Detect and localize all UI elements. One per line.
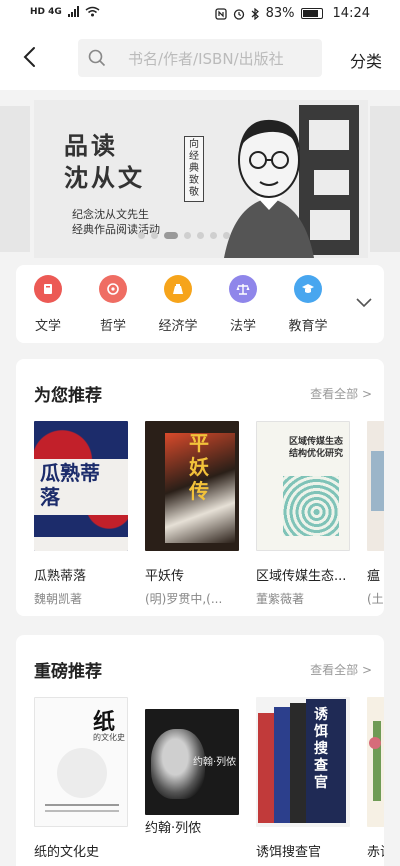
cover-title: 区域传媒生态结构优化研究 (289, 437, 344, 459)
book-cover: 平妖传 (145, 421, 239, 551)
category-label: 法学 (229, 319, 256, 334)
category-literature[interactable]: 文学 (20, 275, 76, 334)
category-label: 哲学 (99, 319, 126, 334)
search-icon (88, 49, 106, 67)
book-item[interactable]: 诱饵搜查官 诱饵搜查官 (256, 697, 350, 860)
carousel-dot (184, 232, 191, 239)
banner-slide[interactable]: 品读 沈从文 向经典致敬 纪念沈从文先生 经典作品阅读活动 (34, 100, 368, 258)
book-title: 瓜熟蒂落 (34, 569, 87, 584)
signal-icon (67, 6, 79, 17)
book-cover: 区域传媒生态结构优化研究 (256, 421, 350, 551)
cover-title: 瓜熟蒂落 (40, 461, 100, 509)
portrait-illustration (224, 105, 359, 258)
book-cover: 瓜熟蒂落 (34, 421, 128, 551)
book-author: 魏朝凯著 (34, 592, 83, 606)
book-title: 赤试 (367, 845, 384, 860)
graduation-cap-icon (294, 275, 322, 303)
banner-title-line2: 沈从文 (64, 163, 145, 192)
section-title: 重磅推荐 (34, 662, 102, 682)
book-title: 纸的文化史 (34, 845, 100, 860)
book-title: 平妖传 (145, 569, 185, 584)
expand-categories-button[interactable] (356, 293, 372, 312)
book-item[interactable]: 瓜熟蒂落 瓜熟蒂落 魏朝凯著 (34, 421, 128, 607)
cover-title: 平妖传 (189, 431, 209, 503)
clock: 14:24 (332, 6, 370, 21)
banner-next-peek (370, 106, 400, 252)
scales-icon (229, 275, 257, 303)
status-left: HD 4G (30, 6, 100, 17)
category-education[interactable]: 教育学 (280, 275, 336, 334)
category-philosophy[interactable]: 哲学 (85, 275, 141, 334)
view-all-link[interactable]: 查看全部 > (310, 385, 372, 402)
book-author: (明)罗贯中,(... (145, 592, 223, 606)
cover-title: 约翰·列侬 (193, 757, 237, 768)
book-item[interactable]: 区域传媒生态结构优化研究 区域传媒生态... 董紫薇著 (256, 421, 350, 607)
book-item[interactable]: 赤试 (367, 697, 384, 860)
category-bar: 文学 哲学 经济学 法学 教育学 (16, 265, 384, 343)
carousel-dot (223, 232, 230, 239)
book-item[interactable]: 瘟 (土 (367, 421, 384, 607)
category-button[interactable]: 分类 (350, 48, 382, 72)
category-economics[interactable]: 经济学 (150, 275, 206, 334)
book-cover: 约翰·列侬 (145, 709, 239, 815)
book-icon (34, 275, 62, 303)
book-cover (367, 421, 384, 551)
back-button[interactable] (14, 42, 44, 72)
cover-subtitle: 的文化史 (93, 733, 125, 742)
banner-prev-peek (0, 106, 30, 252)
top-bar: 书名/作者/ISBN/出版社 分类 (0, 28, 400, 90)
category-label: 经济学 (158, 319, 198, 334)
back-arrow-icon (23, 47, 35, 67)
book-title: 约翰·列侬 (145, 821, 202, 836)
nfc-icon (214, 7, 227, 20)
featured-section: 重磅推荐 查看全部 > 纸 的文化史 纸的文化史 约翰·列侬 约翰·列侬 诱饵搜… (16, 635, 384, 866)
carousel-dot (151, 232, 158, 239)
category-label: 教育学 (288, 319, 328, 334)
bluetooth-icon (251, 7, 259, 20)
book-item[interactable]: 约翰·列侬 约翰·列侬 (145, 697, 239, 836)
banner-carousel[interactable]: 品读 沈从文 向经典致敬 纪念沈从文先生 经典作品阅读活动 (0, 100, 400, 258)
wifi-icon (85, 6, 100, 17)
carousel-dot (210, 232, 217, 239)
book-title: 诱饵搜查官 (256, 845, 322, 860)
book-cover: 诱饵搜查官 (256, 697, 350, 827)
banner-vertical-tag: 向经典致敬 (184, 136, 204, 202)
network-type-label: HD 4G (30, 6, 62, 17)
alarm-icon (233, 8, 244, 20)
carousel-dots (138, 232, 230, 239)
status-right: 83% 14:24 (214, 6, 370, 21)
thinker-icon (99, 275, 127, 303)
book-title: 区域传媒生态... (256, 569, 347, 584)
cover-title: 诱饵搜查官 (314, 707, 328, 791)
banner-subtitle-1: 纪念沈从文先生 (72, 208, 149, 221)
carousel-dot (138, 232, 145, 239)
view-all-link[interactable]: 查看全部 > (310, 661, 372, 678)
search-placeholder: 书名/作者/ISBN/出版社 (128, 49, 284, 68)
section-title: 为您推荐 (34, 386, 102, 406)
carousel-dot (197, 232, 204, 239)
carousel-dot-active (164, 232, 178, 239)
book-cover (367, 697, 384, 827)
battery-icon (300, 8, 323, 19)
banner-title-line1: 品读 (64, 131, 118, 160)
battery-percent: 83% (265, 6, 295, 21)
chevron-down-icon (356, 298, 372, 308)
recommend-section: 为您推荐 查看全部 > 瓜熟蒂落 瓜熟蒂落 魏朝凯著 平妖传 平妖传 (明)罗贯… (16, 359, 384, 616)
book-cover: 纸 的文化史 (34, 697, 128, 827)
book-author: 董紫薇著 (256, 592, 305, 606)
book-item[interactable]: 纸 的文化史 纸的文化史 (34, 697, 128, 860)
search-input[interactable]: 书名/作者/ISBN/出版社 (78, 39, 322, 77)
book-title: 瘟 (367, 569, 381, 584)
book-author: (土 (367, 592, 384, 606)
money-bag-icon (164, 275, 192, 303)
category-label: 文学 (34, 319, 61, 334)
status-bar: HD 4G 83% 14:24 (0, 0, 400, 28)
book-item[interactable]: 平妖传 平妖传 (明)罗贯中,(... (145, 421, 239, 607)
category-law[interactable]: 法学 (215, 275, 271, 334)
